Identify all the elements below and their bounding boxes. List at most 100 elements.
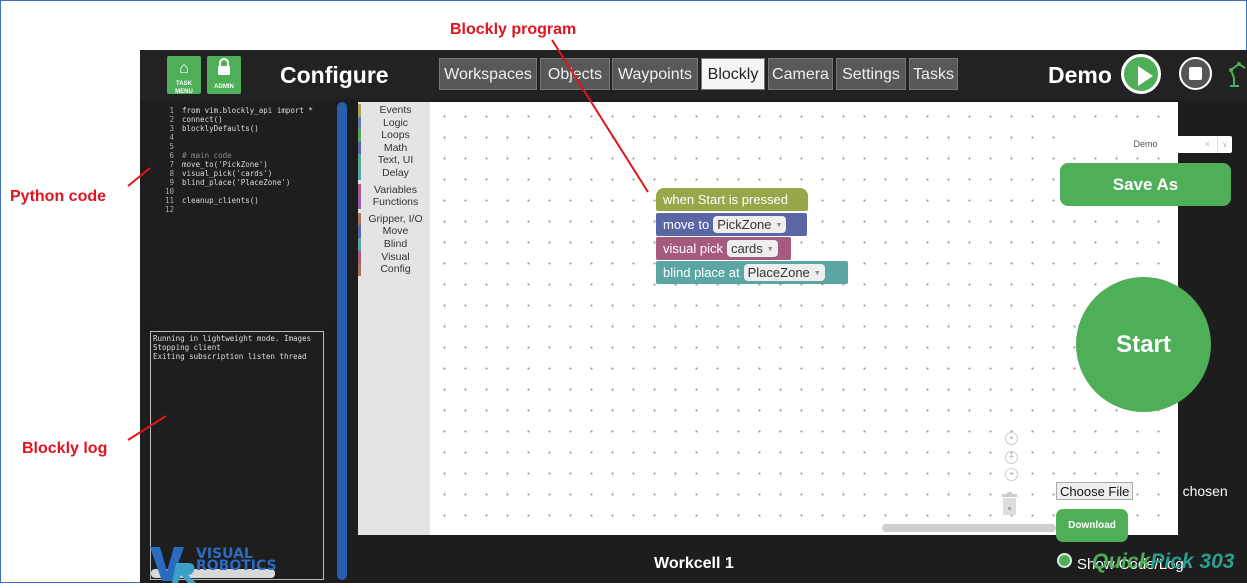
tab-blockly[interactable]: Blockly — [701, 58, 765, 90]
python-code-editor[interactable]: 1 from vim.blockly_api import * 2 connect()… — [148, 100, 334, 322]
zoom-in-icon[interactable]: + — [1005, 451, 1018, 464]
toolbox-category-math[interactable]: Math — [358, 141, 430, 155]
place-target-dropdown[interactable]: PlaceZone ▼ — [743, 264, 825, 281]
code-text: blind_place('PlaceZone') — [182, 178, 291, 187]
product-name-b: Pick 303 — [1150, 550, 1235, 573]
annotation-blockly-program: Blockly program — [450, 21, 577, 38]
code-line: 5 — [148, 142, 334, 151]
code-line: 2 connect() — [148, 115, 334, 124]
play-icon — [1138, 66, 1153, 86]
blockly-toolbox: Events Logic Loops Math Text, UI Delay V… — [358, 102, 430, 535]
code-text: # main code — [182, 151, 232, 160]
line-number: 11 — [164, 196, 174, 205]
toolbox-category-visual[interactable]: Visual — [358, 250, 430, 264]
choose-file-button[interactable]: Choose File — [1056, 482, 1134, 500]
line-number: 7 — [169, 160, 174, 169]
toolbox-category-loops[interactable]: Loops — [358, 129, 430, 142]
robot-arm-icon[interactable] — [1227, 60, 1247, 88]
event-block[interactable]: when Start is pressed — [656, 188, 808, 211]
panel-splitter[interactable] — [337, 102, 347, 580]
footer-bar: VISUAL ROBOTICS Workcell 1 QuickPick 303 — [140, 535, 1247, 583]
dropdown-arrow-icon: ▼ — [813, 270, 821, 278]
logo-line-2: ROBOTICS — [196, 558, 277, 574]
code-line: 10 — [148, 187, 334, 196]
task-menu-label: TASK MENU — [175, 81, 193, 95]
move-block-label: move to — [663, 217, 710, 232]
pick-object-dropdown[interactable]: cards ▼ — [726, 240, 778, 257]
admin-button[interactable]: ADMIN — [207, 56, 241, 94]
toolbox-category-config[interactable]: Config — [358, 263, 430, 276]
code-text: move_to('PickZone') — [182, 160, 268, 169]
stop-icon — [1189, 67, 1202, 80]
line-number: 10 — [164, 187, 174, 196]
save-as-button[interactable]: Save As — [1060, 163, 1231, 206]
top-bar: ⌂ TASK MENU ADMIN Configure Workspaces O… — [140, 50, 1247, 100]
admin-label: ADMIN — [214, 84, 234, 90]
code-text: visual_pick('cards') — [182, 169, 273, 178]
move-target-dropdown[interactable]: PickZone ▼ — [713, 216, 787, 233]
tab-camera[interactable]: Camera — [768, 58, 833, 90]
task-menu-button[interactable]: ⌂ TASK MENU — [167, 56, 201, 95]
start-button[interactable]: Start — [1076, 277, 1211, 412]
logo-text: VISUAL ROBOTICS — [196, 547, 277, 574]
dropdown-arrow-icon: ▼ — [766, 246, 774, 254]
play-button[interactable] — [1121, 54, 1161, 94]
log-line: Stopping client — [153, 343, 221, 352]
toolbox-category-text-ui[interactable]: Text, UI — [358, 154, 430, 167]
toolbox-category-variables[interactable]: Variables — [358, 183, 430, 197]
code-text: from vim.blockly_api import * — [182, 106, 313, 115]
program-select[interactable]: Demo × ∨ — [1059, 136, 1232, 153]
toolbox-category-move[interactable]: Move — [358, 225, 430, 238]
toolbox-category-gripper-io[interactable]: Gripper, I/O — [358, 212, 430, 226]
toolbox-category-delay[interactable]: Delay — [358, 166, 430, 180]
annotation-python-code: Python code — [10, 188, 107, 205]
visual-pick-block-label: visual pick — [663, 241, 723, 256]
code-line: 3 blocklyDefaults() — [148, 124, 334, 133]
code-line: 9 blind_place('PlaceZone') — [148, 178, 334, 187]
line-number: 4 — [169, 133, 174, 142]
tab-waypoints[interactable]: Waypoints — [612, 58, 698, 90]
workspace-horizontal-scrollbar[interactable] — [882, 524, 1056, 532]
tab-workspaces[interactable]: Workspaces — [439, 58, 537, 90]
program-select-value: Demo — [1133, 139, 1158, 149]
toolbox-category-functions[interactable]: Functions — [358, 196, 430, 209]
line-number: 2 — [169, 115, 174, 124]
toolbox-category-blind[interactable]: Blind — [358, 237, 430, 251]
code-line: 1 from vim.blockly_api import * — [148, 106, 334, 115]
tab-tasks[interactable]: Tasks — [909, 58, 958, 90]
toolbox-category-logic[interactable]: Logic — [358, 116, 430, 130]
zoom-reset-icon[interactable]: • — [1005, 432, 1018, 445]
line-number: 12 — [164, 205, 174, 214]
app-window: ⌂ TASK MENU ADMIN Configure Workspaces O… — [140, 50, 1247, 583]
upload-label: Upload: — [1056, 459, 1108, 476]
lock-icon — [207, 58, 241, 83]
pick-object-value: cards — [730, 241, 763, 256]
line-number: 1 — [169, 106, 174, 115]
trash-icon[interactable] — [1002, 492, 1017, 516]
programs-label: Programs: — [1061, 116, 1126, 132]
product-name-a: Quick — [1092, 550, 1151, 573]
tab-settings[interactable]: Settings — [836, 58, 906, 90]
tab-objects[interactable]: Objects — [540, 58, 610, 90]
toolbox-category-events[interactable]: Events — [358, 104, 430, 117]
code-line: 4 — [148, 133, 334, 142]
code-text: cleanup_clients() — [182, 196, 259, 205]
clear-icon[interactable]: × — [1205, 136, 1210, 153]
home-icon: ⌂ — [179, 60, 189, 77]
right-panel: Programs: Demo × ∨ Save As Start Upload:… — [1044, 100, 1247, 583]
code-lines: 1 from vim.blockly_api import * 2 connect()… — [148, 100, 334, 214]
move-target-value: PickZone — [717, 217, 772, 232]
code-line: 11 cleanup_clients() — [148, 196, 334, 205]
line-number: 6 — [169, 151, 174, 160]
stop-button[interactable] — [1179, 57, 1212, 90]
zoom-out-icon[interactable]: − — [1005, 468, 1018, 481]
line-number: 3 — [169, 124, 174, 133]
chevron-down-icon[interactable]: ∨ — [1217, 136, 1228, 153]
place-target-value: PlaceZone — [747, 265, 810, 280]
dropdown-arrow-icon: ▼ — [775, 222, 783, 230]
blind-place-block[interactable]: blind place at PlaceZone ▼ — [656, 261, 848, 284]
move-block[interactable]: move to PickZone ▼ — [656, 213, 807, 236]
code-line: 7 move_to('PickZone') — [148, 160, 334, 169]
log-line: Exiting subscription listen thread — [153, 352, 307, 361]
visual-pick-block[interactable]: visual pick cards ▼ — [656, 237, 791, 260]
